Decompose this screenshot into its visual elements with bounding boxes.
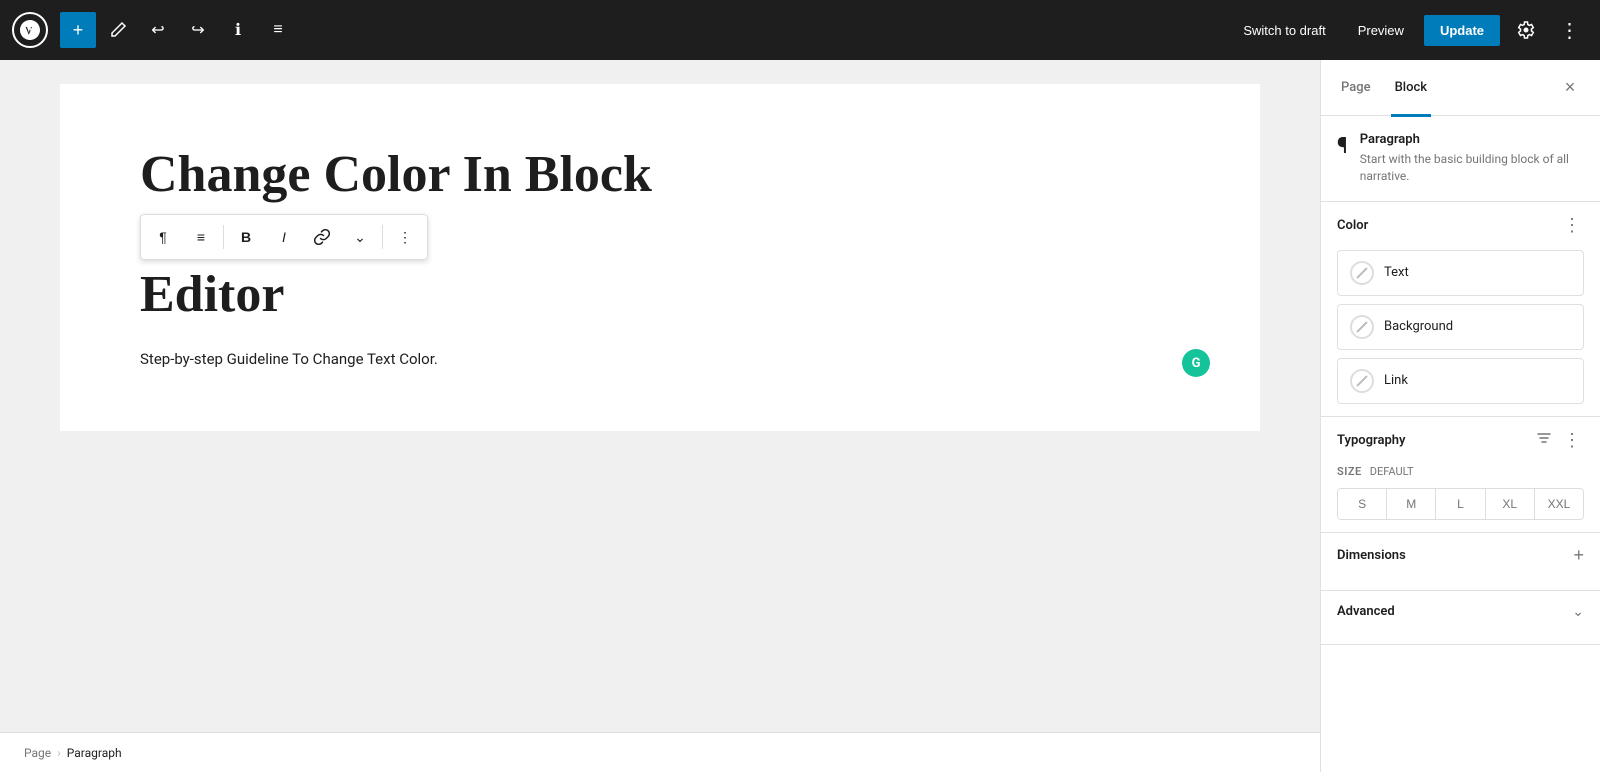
- toolbar-left: + ↩ ↪ ℹ ≡: [12, 12, 1227, 48]
- breadcrumb: Page › Paragraph: [0, 732, 1320, 772]
- dimensions-section-header: Dimensions +: [1337, 545, 1584, 566]
- typography-section: Typography ⋮ SIZE DEFAULT S M L X: [1321, 417, 1600, 533]
- list-view-button[interactable]: ≡: [260, 12, 296, 48]
- color-link-circle: [1350, 369, 1374, 393]
- size-options: S M L XL XXL: [1337, 488, 1584, 520]
- size-default: DEFAULT: [1370, 465, 1414, 478]
- dimensions-add-button[interactable]: +: [1573, 545, 1584, 566]
- details-button[interactable]: ℹ: [220, 12, 256, 48]
- color-section-title: Color: [1337, 218, 1368, 233]
- tab-block[interactable]: Block: [1391, 61, 1431, 117]
- inline-italic-button[interactable]: I: [266, 219, 302, 255]
- breadcrumb-paragraph: Paragraph: [67, 746, 122, 760]
- redo-button[interactable]: ↪: [180, 12, 216, 48]
- size-row: SIZE DEFAULT: [1337, 465, 1584, 478]
- color-link-item[interactable]: Link: [1337, 358, 1584, 404]
- color-section: Color ⋮ Text Background Link: [1321, 202, 1600, 417]
- size-label: SIZE: [1337, 465, 1362, 478]
- advanced-section-title: Advanced: [1337, 604, 1395, 619]
- add-block-button[interactable]: +: [60, 12, 96, 48]
- inline-bold-button[interactable]: B: [228, 219, 264, 255]
- color-background-circle: [1350, 315, 1374, 339]
- main-area: Change Color In Block ¶ ≡ B I: [0, 60, 1600, 772]
- color-background-item[interactable]: Background: [1337, 304, 1584, 350]
- edit-tool-button[interactable]: [100, 12, 136, 48]
- advanced-section: Advanced ⌄: [1321, 591, 1600, 645]
- editor-area: Change Color In Block ¶ ≡ B I: [0, 60, 1320, 772]
- color-more-button[interactable]: ⋮: [1560, 214, 1584, 238]
- typography-filter-button[interactable]: [1536, 430, 1552, 451]
- color-text-circle: [1350, 261, 1374, 285]
- options-button[interactable]: ⋮: [1552, 12, 1588, 48]
- settings-button[interactable]: [1508, 12, 1544, 48]
- close-sidebar-button[interactable]: ×: [1556, 74, 1584, 102]
- inline-format-toolbar: ¶ ≡ B I: [140, 214, 428, 260]
- color-section-header: Color ⋮: [1337, 214, 1584, 238]
- update-button[interactable]: Update: [1424, 15, 1500, 46]
- toolbar-divider-1: [223, 225, 224, 249]
- top-toolbar: + ↩ ↪ ℹ ≡ Switch to draft Preview Update…: [0, 0, 1600, 60]
- paragraph-block-icon: ¶: [1337, 134, 1348, 159]
- size-l-button[interactable]: L: [1436, 489, 1485, 519]
- inline-paragraph-button[interactable]: ¶: [145, 219, 181, 255]
- toolbar-right: Switch to draft Preview Update ⋮: [1231, 12, 1588, 48]
- dimensions-section-title: Dimensions: [1337, 548, 1406, 563]
- sidebar-tabs: Page Block: [1337, 60, 1431, 116]
- title-line2: ¶ ≡ B I: [140, 206, 1180, 323]
- breadcrumb-separator: ›: [57, 746, 61, 760]
- color-text-item[interactable]: Text: [1337, 250, 1584, 296]
- right-sidebar: Page Block × ¶ Paragraph Start with the …: [1320, 60, 1600, 772]
- typography-section-header: Typography ⋮: [1337, 429, 1584, 453]
- switch-draft-button[interactable]: Switch to draft: [1231, 17, 1337, 44]
- inline-align-button[interactable]: ≡: [183, 219, 219, 255]
- size-s-button[interactable]: S: [1338, 489, 1387, 519]
- page-title: Change Color In Block ¶ ≡ B I: [140, 144, 1180, 327]
- dimensions-section: Dimensions +: [1321, 533, 1600, 591]
- tab-page[interactable]: Page: [1337, 61, 1375, 117]
- block-name: Paragraph: [1360, 132, 1584, 147]
- size-xl-button[interactable]: XL: [1486, 489, 1535, 519]
- block-description: Start with the basic building block of a…: [1360, 151, 1584, 185]
- breadcrumb-page: Page: [24, 746, 51, 760]
- inline-options-button[interactable]: ⋮: [387, 219, 423, 255]
- advanced-section-header: Advanced ⌄: [1337, 603, 1584, 620]
- advanced-toggle-button[interactable]: ⌄: [1572, 603, 1584, 620]
- size-xxl-button[interactable]: XXL: [1535, 489, 1583, 519]
- color-background-label: Background: [1384, 319, 1453, 334]
- undo-button[interactable]: ↩: [140, 12, 176, 48]
- wp-logo[interactable]: [12, 12, 48, 48]
- inline-link-button[interactable]: [304, 219, 340, 255]
- preview-button[interactable]: Preview: [1346, 17, 1416, 44]
- typography-section-title: Typography: [1337, 433, 1406, 448]
- inline-more-dropdown-button[interactable]: ⌄: [342, 219, 378, 255]
- typography-more-button[interactable]: ⋮: [1560, 429, 1584, 453]
- block-info: ¶ Paragraph Start with the basic buildin…: [1321, 116, 1600, 202]
- color-text-label: Text: [1384, 265, 1409, 280]
- editor-canvas[interactable]: Change Color In Block ¶ ≡ B I: [60, 84, 1260, 431]
- sidebar-header: Page Block ×: [1321, 60, 1600, 116]
- size-m-button[interactable]: M: [1387, 489, 1436, 519]
- paragraph-content: Step-by-step Guideline To Change Text Co…: [140, 347, 1180, 371]
- toolbar-divider-2: [382, 225, 383, 249]
- color-link-label: Link: [1384, 373, 1408, 388]
- grammarly-icon: G: [1182, 349, 1210, 377]
